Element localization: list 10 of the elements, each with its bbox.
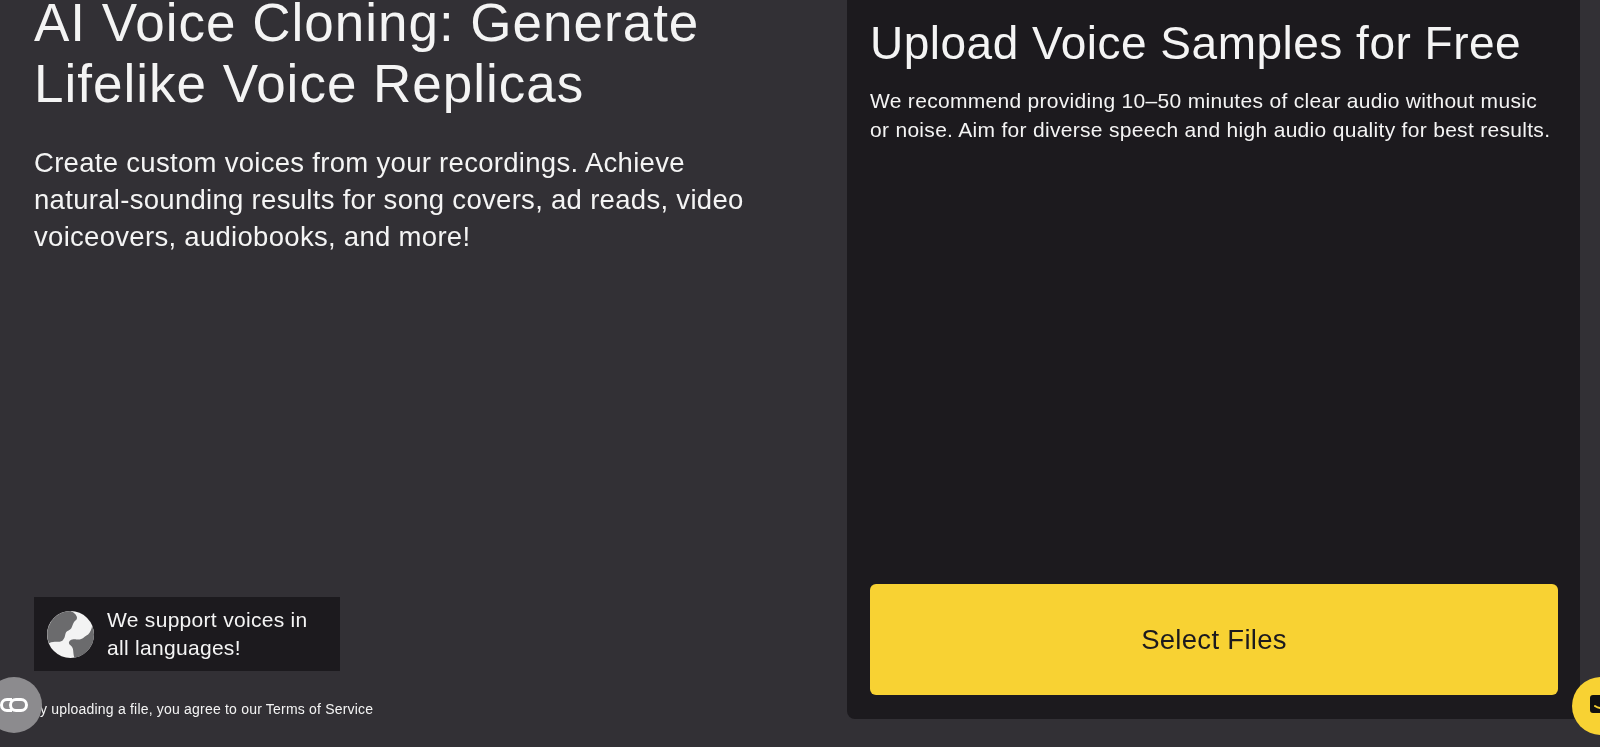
panel-description: We recommend providing 10–50 minutes of clear audio without music or noise. Aim for diverse speech and high audio quality for best results.: [870, 88, 1552, 143]
hero-title: AI Voice Cloning: Generate Lifelike Voice Replicas: [34, 0, 701, 114]
panel-title: Upload Voice Samples for Free: [870, 17, 1523, 69]
select-files-button[interactable]: Select Files: [870, 584, 1558, 695]
badge-text: We support voices in all languages!: [107, 607, 309, 661]
globe-icon: [47, 610, 94, 658]
hero-subtitle: Create custom voices from your recordings. Achieve natural-sounding results for song covers, ad reads, video voiceovers, audiobooks, and more!: [34, 146, 745, 254]
floating-round-button[interactable]: [0, 677, 42, 733]
loop-icon: [0, 697, 29, 713]
terms-notice: y uploading a file, you agree to our Terms of Service: [40, 700, 374, 718]
